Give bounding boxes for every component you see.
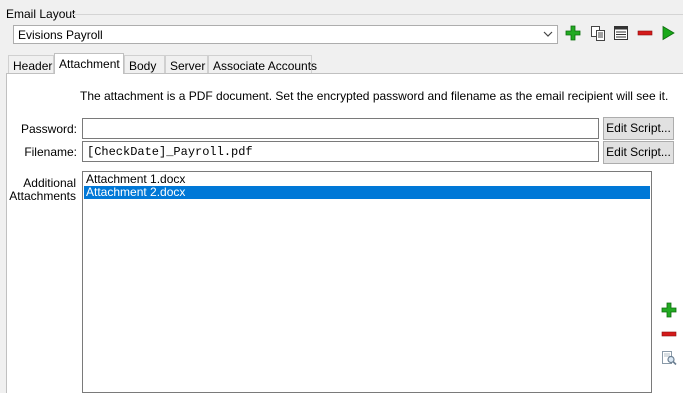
remove-icon[interactable] — [661, 326, 677, 342]
tab-associate-accounts[interactable]: Associate Accounts — [208, 55, 317, 73]
layout-select[interactable]: Evisions Payroll — [13, 25, 558, 44]
additional-attachments-label-line1: Additional — [23, 176, 76, 190]
add-icon[interactable] — [661, 302, 677, 318]
password-label: Password: — [20, 122, 77, 136]
chevron-down-icon — [543, 31, 553, 37]
filename-label: Filename: — [24, 145, 77, 159]
additional-attachments-list[interactable]: Attachment 1.docx Attachment 2.docx — [82, 171, 652, 393]
filename-edit-script-button[interactable]: Edit Script... — [603, 141, 674, 164]
tab-attachment[interactable]: Attachment — [54, 53, 124, 74]
run-icon[interactable] — [660, 25, 676, 41]
list-icon[interactable] — [613, 25, 629, 41]
filename-field[interactable]: [CheckDate]_Payroll.pdf — [82, 141, 599, 162]
group-title: Email Layout — [6, 7, 76, 21]
password-edit-script-button[interactable]: Edit Script... — [603, 117, 674, 140]
copy-icon[interactable] — [590, 25, 606, 41]
filename-value: [CheckDate]_Payroll.pdf — [87, 145, 253, 159]
list-item-selected[interactable]: Attachment 2.docx — [84, 186, 650, 199]
tab-server[interactable]: Server — [165, 55, 208, 73]
tab-header[interactable]: Header — [8, 55, 54, 73]
password-field[interactable] — [82, 118, 599, 139]
remove-icon[interactable] — [637, 25, 653, 41]
preview-icon[interactable] — [661, 350, 677, 366]
attachment-info-text: The attachment is a PDF document. Set th… — [80, 89, 669, 103]
group-divider — [72, 14, 683, 15]
tab-body[interactable]: Body — [124, 55, 165, 73]
layout-select-value: Evisions Payroll — [18, 28, 103, 42]
add-icon[interactable] — [565, 25, 581, 41]
additional-attachments-label-line2: Attachments — [9, 189, 76, 203]
